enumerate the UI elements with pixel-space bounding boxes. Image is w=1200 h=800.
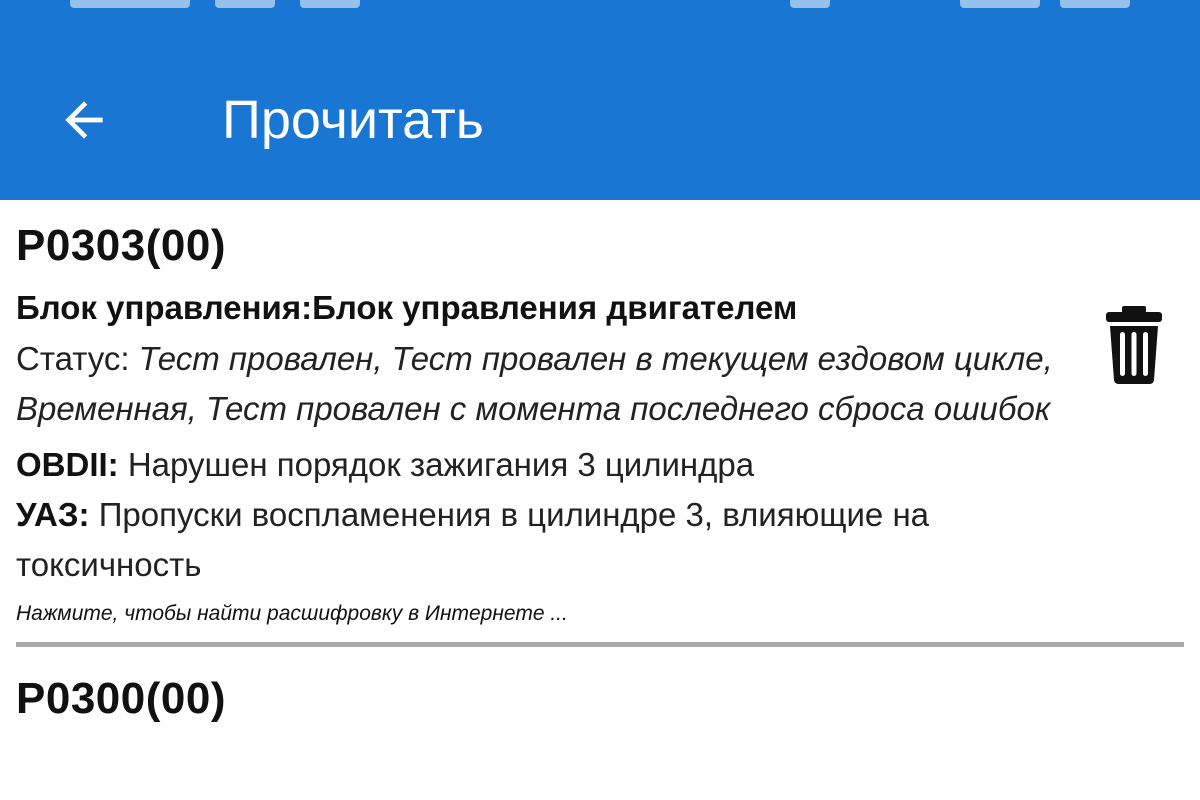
trash-icon	[1106, 306, 1162, 384]
page-title: Прочитать	[222, 90, 484, 150]
obd-description: OBDII: Нарушен порядок зажигания 3 цилин…	[16, 440, 1096, 490]
maker-value: Пропуски воспламенения в цилиндре 3, вли…	[16, 496, 930, 583]
obd-label: OBDII:	[16, 446, 119, 483]
dtc-code: P0300(00)	[16, 674, 226, 723]
back-button[interactable]	[48, 84, 120, 156]
maker-description: УАЗ: Пропуски воспламенения в цилиндре 3…	[16, 490, 1096, 590]
obd-value: Нарушен порядок зажигания 3 цилиндра	[118, 446, 755, 483]
ecu-value: Блок управления двигателем	[312, 289, 798, 326]
app-bar: Прочитать	[0, 0, 1200, 200]
status-value: Тест провален, Тест провален в текущем е…	[16, 340, 1053, 427]
arrow-back-icon	[65, 101, 103, 139]
dtc-list: P0303(00) Блок управления:Блок управлени…	[0, 200, 1200, 800]
status-bar	[0, 0, 1200, 14]
ecu-label: Блок управления:	[16, 289, 313, 326]
search-hint[interactable]: Нажмите, чтобы найти расшифровку в Интер…	[16, 600, 1184, 628]
dtc-item[interactable]: P0303(00) Блок управления:Блок управлени…	[0, 200, 1200, 628]
status-label: Статус:	[16, 340, 139, 377]
dtc-item[interactable]: P0300(00)	[0, 647, 1200, 725]
dtc-code: P0303(00)	[16, 221, 226, 270]
delete-button[interactable]	[1102, 300, 1166, 390]
maker-label: УАЗ:	[16, 496, 90, 533]
status-line: Статус: Тест провален, Тест провален в т…	[16, 334, 1096, 434]
ecu-line: Блок управления:Блок управления двигател…	[16, 286, 1076, 330]
